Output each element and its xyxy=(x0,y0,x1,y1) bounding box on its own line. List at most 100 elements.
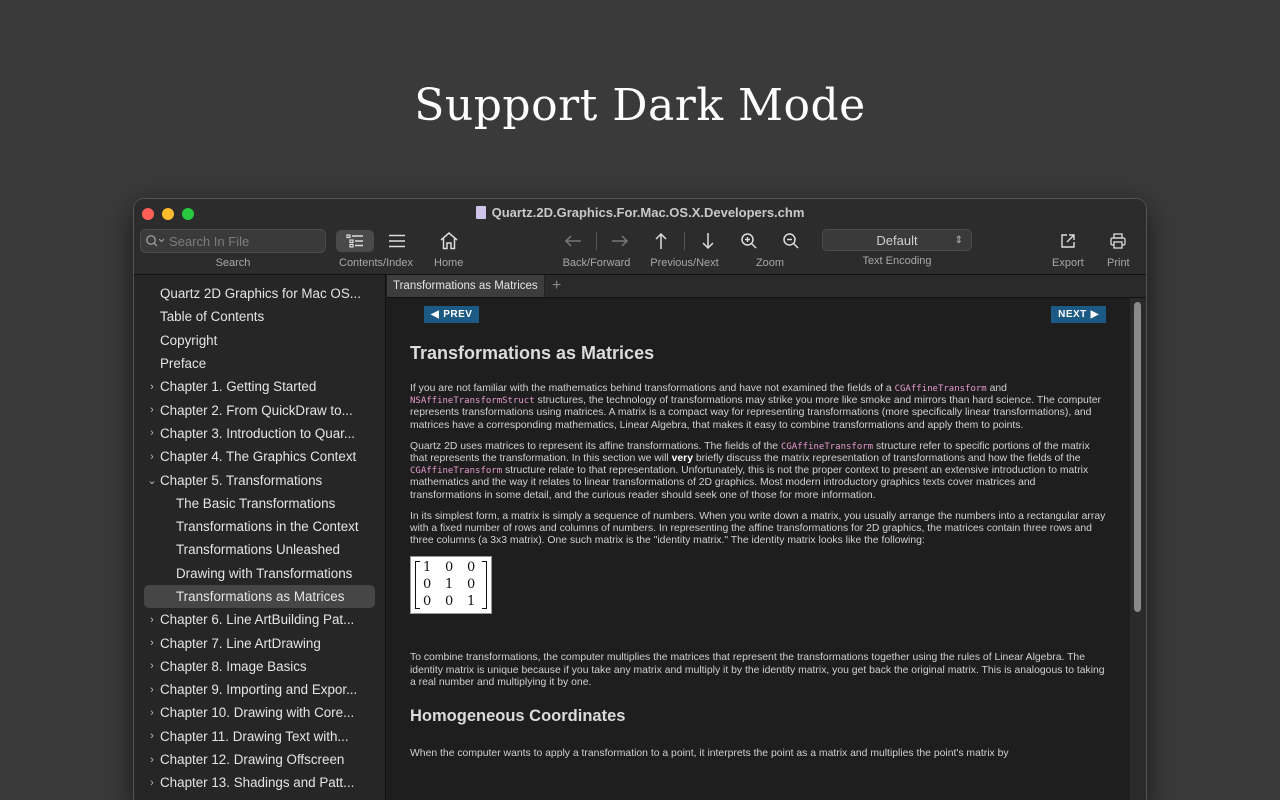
sidebar-item[interactable]: › Chapter 9. Importing and Expor... xyxy=(134,678,385,701)
sidebar-item[interactable]: › Chapter 8. Image Basics xyxy=(134,655,385,678)
chevron-right-icon[interactable]: › xyxy=(146,707,158,719)
tab-current[interactable]: Transformations as Matrices xyxy=(387,275,545,297)
search-icon xyxy=(146,235,165,247)
sidebar-item[interactable]: ⌄ Chapter 5. Transformations xyxy=(134,468,385,491)
export-tool: Export xyxy=(1052,229,1084,269)
tab-label: Transformations as Matrices xyxy=(393,280,538,292)
sidebar-item[interactable]: ›Quartz 2D Graphics for Mac OS... xyxy=(134,282,385,305)
search-input[interactable] xyxy=(169,233,319,249)
sidebar-item[interactable]: ›Copyright xyxy=(134,329,385,352)
search-tool: Search xyxy=(140,229,326,269)
sidebar-item[interactable]: › Chapter 6. Line ArtBuilding Pat... xyxy=(134,608,385,631)
page-heading: Transformations as Matrices xyxy=(410,343,655,363)
sidebar-item[interactable]: › Chapter 4. The Graphics Context xyxy=(134,445,385,468)
contents-index-tool: Contents/Index xyxy=(336,229,416,269)
sidebar-item[interactable]: ›The Basic Transformations xyxy=(134,492,385,515)
chevron-right-icon[interactable]: › xyxy=(146,730,158,742)
sidebar-item-label: Table of Contents xyxy=(160,309,265,325)
code-term: CGAffineTransform xyxy=(780,441,874,452)
chevron-right-icon[interactable]: › xyxy=(146,381,158,393)
document-icon xyxy=(475,206,486,219)
chevron-right-icon[interactable]: › xyxy=(146,614,158,626)
text-encoding-select[interactable]: Default ⇕ xyxy=(822,229,972,251)
text-encoding-value: Default xyxy=(876,232,918,248)
list-icon xyxy=(389,234,405,248)
chevron-down-icon[interactable]: ⌄ xyxy=(146,474,158,487)
home-button[interactable] xyxy=(439,229,459,253)
sidebar-item[interactable]: › Chapter 11. Drawing Text with... xyxy=(134,725,385,748)
sidebar-item-label: Transformations in the Context xyxy=(176,519,359,535)
chevron-right-icon[interactable]: › xyxy=(146,404,158,416)
encoding-tool: Default ⇕ Text Encoding xyxy=(822,229,972,267)
sidebar-item-label: Chapter 4. The Graphics Context xyxy=(160,449,357,465)
sidebar-item-label: Chapter 10. Drawing with Core... xyxy=(160,705,355,721)
home-label: Home xyxy=(434,257,464,269)
print-label: Print xyxy=(1107,257,1130,269)
previous-page-button[interactable] xyxy=(642,230,680,252)
zoom-out-button[interactable] xyxy=(772,230,810,252)
next-page-button[interactable] xyxy=(689,230,727,252)
sidebar-item-label: Quartz 2D Graphics for Mac OS... xyxy=(160,286,361,302)
export-label: Export xyxy=(1052,257,1084,269)
sidebar-item-selected[interactable]: ›Transformations as Matrices xyxy=(144,584,375,609)
tab-bar: Transformations as Matrices + xyxy=(387,275,1146,298)
prev-next-tool: Previous/Next xyxy=(642,229,727,269)
contents-index-label: Contents/Index xyxy=(339,257,413,269)
chevron-right-icon[interactable]: › xyxy=(146,427,158,439)
sidebar-item[interactable]: ›Table of Contents xyxy=(134,305,385,328)
prev-link-button[interactable]: ◀ PREV xyxy=(424,306,480,323)
arrow-down-icon xyxy=(702,233,714,250)
paragraph-5: When the computer wants to apply a trans… xyxy=(410,748,1009,760)
contents-button[interactable] xyxy=(336,230,374,252)
sidebar-item[interactable]: › Chapter 3. Introduction to Quar... xyxy=(134,422,385,445)
paragraph-4: To combine transformations, the computer… xyxy=(410,652,1105,688)
paragraph-3: In its simplest form, a matrix is simply… xyxy=(410,510,1106,547)
next-link-button[interactable]: NEXT ▶ xyxy=(1051,306,1106,323)
sidebar-item[interactable]: › Chapter 1. Getting Started xyxy=(134,375,385,398)
back-button[interactable] xyxy=(554,230,592,252)
document-page: ◀ PREV NEXT ▶ Transformations as Matrice… xyxy=(387,298,1130,800)
emphasis: very xyxy=(671,453,694,465)
prev-link-label: PREV xyxy=(443,309,473,320)
sidebar-item-label: Copyright xyxy=(160,332,218,348)
forward-button[interactable] xyxy=(601,230,639,252)
matrix-cell: 0 xyxy=(445,560,454,576)
sidebar-item[interactable]: › Chapter 7. Line ArtDrawing xyxy=(134,631,385,654)
sidebar-item[interactable]: › Chapter 10. Drawing with Core... xyxy=(134,701,385,724)
updown-chevron-icon: ⇕ xyxy=(954,234,963,246)
chevron-right-icon[interactable]: › xyxy=(146,684,158,696)
print-button[interactable] xyxy=(1109,229,1127,253)
print-tool: Print xyxy=(1107,229,1130,269)
zoom-out-icon xyxy=(783,233,799,249)
sidebar-item-label: Chapter 11. Drawing Text with... xyxy=(160,728,349,744)
chevron-right-icon[interactable]: › xyxy=(146,777,158,789)
sidebar-item-label: Chapter 12. Drawing Offscreen xyxy=(160,752,345,768)
sidebar-item[interactable]: › Chapter 13. Shadings and Patt... xyxy=(134,771,385,794)
window-title-text: Quartz.2D.Graphics.For.Mac.OS.X.Develope… xyxy=(491,205,805,220)
sidebar-item[interactable]: ›Transformations Unleashed xyxy=(134,538,385,561)
vertical-scrollbar[interactable] xyxy=(1130,298,1146,800)
sidebar-item[interactable]: ›Drawing with Transformations xyxy=(134,562,385,585)
paragraph-1: If you are not familiar with the mathema… xyxy=(410,383,1101,431)
zoom-tool: Zoom xyxy=(730,229,810,269)
next-link-label: NEXT xyxy=(1058,309,1087,320)
zoom-in-button[interactable] xyxy=(730,230,768,252)
chevron-right-icon[interactable]: › xyxy=(146,637,158,649)
text-encoding-label: Text Encoding xyxy=(862,255,932,267)
titlebar: Quartz.2D.Graphics.For.Mac.OS.X.Develope… xyxy=(134,199,1146,275)
new-tab-button[interactable]: + xyxy=(545,275,569,297)
export-button[interactable] xyxy=(1059,229,1077,253)
chevron-right-icon[interactable]: › xyxy=(146,660,158,672)
search-field[interactable] xyxy=(140,229,326,253)
sidebar-item[interactable]: › Chapter 2. From QuickDraw to... xyxy=(134,398,385,421)
index-button[interactable] xyxy=(378,230,416,252)
sidebar-item[interactable]: ›Transformations in the Context xyxy=(134,515,385,538)
chevron-right-icon[interactable]: › xyxy=(146,754,158,766)
plus-icon: + xyxy=(551,277,562,294)
chevron-right-icon[interactable]: › xyxy=(146,451,158,463)
sidebar-item[interactable]: › Chapter 12. Drawing Offscreen xyxy=(134,748,385,771)
sidebar-item[interactable]: ›Preface xyxy=(134,352,385,375)
printer-icon xyxy=(1110,233,1126,249)
scrollbar-thumb[interactable] xyxy=(1134,302,1141,612)
zoom-in-icon xyxy=(741,233,757,249)
